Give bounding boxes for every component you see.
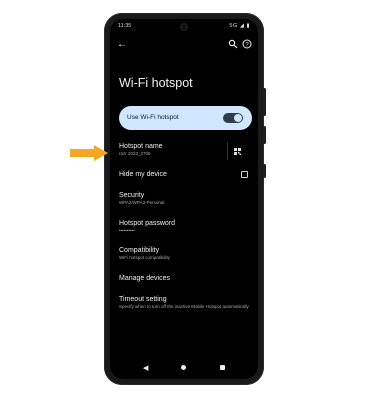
switch-knob: [234, 114, 242, 122]
status-icons: 5G ◢ ▮: [229, 23, 250, 29]
setting-subtitle: ••••••••••: [119, 228, 135, 233]
setting-subtitle: WiFi hotspot compatibility: [119, 255, 171, 260]
setting-manage-devices[interactable]: Manage devices: [119, 275, 251, 282]
setting-hide-my-device[interactable]: Hide my device: [119, 171, 251, 178]
hotspot-switch[interactable]: [223, 113, 243, 123]
setting-security[interactable]: Security WPA2/WPA3-Personal: [119, 192, 251, 206]
volume-button: [263, 88, 266, 116]
setting-compatibility[interactable]: Compatibility WiFi hotspot compatibility: [119, 247, 251, 261]
setting-title: Hide my device: [119, 171, 167, 178]
power-button: [263, 126, 266, 144]
phone-screen: 11:35 5G ◢ ▮ ← ? Wi-Fi hotspot Use Wi-Fi…: [110, 19, 258, 379]
help-icon[interactable]: ?: [242, 39, 252, 49]
app-bar: ← ?: [110, 37, 258, 55]
use-wifi-hotspot-toggle[interactable]: Use Wi-Fi hotspot: [119, 106, 252, 130]
page-title: Wi-Fi hotspot: [119, 76, 193, 90]
setting-title: Timeout setting: [119, 296, 167, 303]
search-icon[interactable]: [228, 39, 238, 49]
setting-subtitle: razr 2023_2706: [119, 151, 151, 156]
nav-back-icon[interactable]: ◀: [143, 364, 148, 372]
side-key: [263, 164, 266, 178]
hide-device-checkbox[interactable]: [241, 171, 248, 178]
setting-timeout[interactable]: Timeout setting Specify when to turn off…: [119, 296, 251, 310]
status-bar: 11:35 5G ◢ ▮: [110, 22, 258, 32]
row-divider: [227, 142, 228, 160]
setting-title: Security: [119, 192, 145, 199]
qr-code-icon[interactable]: [234, 148, 241, 155]
setting-title: Hotspot name: [119, 143, 163, 150]
status-time: 11:35: [118, 23, 132, 29]
callout-arrow-icon: [70, 145, 108, 161]
setting-hotspot-password[interactable]: Hotspot password ••••••••••: [119, 220, 251, 234]
setting-subtitle: WPA2/WPA3-Personal: [119, 200, 165, 205]
setting-title: Manage devices: [119, 275, 170, 282]
setting-hotspot-name[interactable]: Hotspot name razr 2023_2706: [119, 143, 251, 157]
nav-home-icon[interactable]: [181, 365, 186, 370]
nav-recents-icon[interactable]: [220, 365, 225, 370]
setting-title: Hotspot password: [119, 220, 176, 227]
toggle-label: Use Wi-Fi hotspot: [127, 114, 179, 121]
nav-bar: ◀: [110, 361, 258, 375]
setting-title: Compatibility: [119, 247, 160, 254]
arrow-left-icon[interactable]: ←: [117, 39, 127, 50]
setting-subtitle: Specify when to turn off the inactive Mo…: [119, 304, 249, 309]
